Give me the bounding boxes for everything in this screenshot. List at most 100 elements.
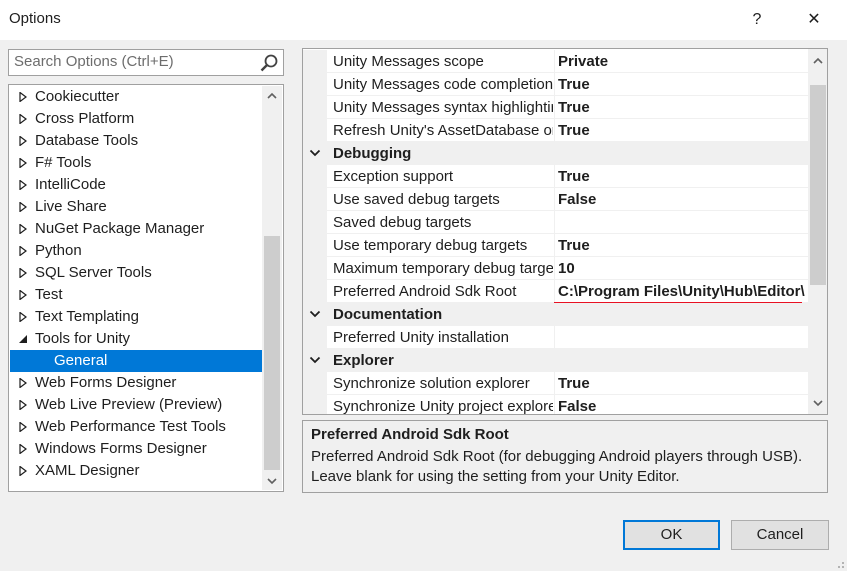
tree-item[interactable]: Cross Platform: [10, 108, 262, 130]
tree-item[interactable]: Web Performance Test Tools: [10, 416, 262, 438]
property-row[interactable]: Synchronize solution explorer True: [303, 372, 808, 395]
collapsed-arrow-icon[interactable]: [18, 378, 28, 388]
property-name[interactable]: Unity Messages code completion: [333, 73, 553, 96]
scroll-up-icon[interactable]: [262, 86, 282, 104]
property-row[interactable]: Preferred Android Sdk Root C:\Program Fil…: [303, 280, 808, 305]
property-category[interactable]: Documentation: [303, 303, 808, 326]
property-value[interactable]: C:\Program Files\Unity\Hub\Editor\: [558, 280, 806, 303]
collapsed-arrow-icon[interactable]: [18, 136, 28, 146]
tree-item[interactable]: Web Forms Designer: [10, 372, 262, 394]
property-row[interactable]: Maximum temporary debug targets 10: [303, 257, 808, 280]
property-row[interactable]: Saved debug targets: [303, 211, 808, 234]
property-row[interactable]: Unity Messages scope Private: [303, 50, 808, 73]
property-name[interactable]: Maximum temporary debug targets: [333, 257, 553, 280]
scroll-down-icon[interactable]: [262, 472, 282, 490]
collapsed-arrow-icon[interactable]: [18, 400, 28, 410]
column-divider[interactable]: [554, 119, 555, 142]
tree-item[interactable]: SQL Server Tools: [10, 262, 262, 284]
property-value[interactable]: Private: [558, 50, 806, 73]
tree-item[interactable]: Text Templating: [10, 306, 262, 328]
column-divider[interactable]: [554, 96, 555, 119]
collapsed-arrow-icon[interactable]: [18, 312, 28, 322]
column-divider[interactable]: [554, 50, 555, 73]
column-divider[interactable]: [554, 395, 555, 414]
property-name[interactable]: Use saved debug targets: [333, 188, 553, 211]
property-category[interactable]: Explorer: [303, 349, 808, 372]
tree-item[interactable]: XAML Designer: [10, 460, 262, 482]
tree-item[interactable]: Live Share: [10, 196, 262, 218]
column-divider[interactable]: [554, 73, 555, 96]
column-divider[interactable]: [554, 234, 555, 257]
property-row[interactable]: Use saved debug targets False: [303, 188, 808, 211]
tree-item[interactable]: Windows Forms Designer: [10, 438, 262, 460]
property-name[interactable]: Synchronize solution explorer: [333, 372, 553, 395]
property-value[interactable]: True: [558, 372, 806, 395]
chevron-down-icon[interactable]: [309, 309, 321, 319]
property-value[interactable]: True: [558, 96, 806, 119]
collapsed-arrow-icon[interactable]: [18, 422, 28, 432]
tree-scrollbar[interactable]: [262, 86, 282, 490]
property-name[interactable]: Exception support: [333, 165, 553, 188]
ok-button[interactable]: OK: [623, 520, 720, 550]
collapsed-arrow-icon[interactable]: [18, 114, 28, 124]
column-divider[interactable]: [554, 165, 555, 188]
help-button[interactable]: ?: [743, 7, 771, 33]
property-name[interactable]: Preferred Android Sdk Root: [333, 280, 553, 303]
property-row[interactable]: Unity Messages syntax highlighting True: [303, 96, 808, 119]
collapsed-arrow-icon[interactable]: [18, 246, 28, 256]
collapsed-arrow-icon[interactable]: [18, 290, 28, 300]
property-row[interactable]: Preferred Unity installation: [303, 326, 808, 349]
column-divider[interactable]: [554, 280, 555, 303]
close-button[interactable]: ✕: [800, 7, 828, 33]
property-value[interactable]: True: [558, 119, 806, 142]
cancel-button[interactable]: Cancel: [731, 520, 829, 550]
scroll-up-icon[interactable]: [808, 51, 827, 69]
tree-item[interactable]: IntelliCode: [10, 174, 262, 196]
property-row[interactable]: Synchronize Unity project explorer False: [303, 395, 808, 414]
collapsed-arrow-icon[interactable]: [18, 444, 28, 454]
tree-item[interactable]: Test: [10, 284, 262, 306]
property-name[interactable]: Unity Messages scope: [333, 50, 553, 73]
column-divider[interactable]: [554, 326, 555, 349]
tree-item[interactable]: Cookiecutter: [10, 86, 262, 108]
collapsed-arrow-icon[interactable]: [18, 466, 28, 476]
collapsed-arrow-icon[interactable]: [18, 180, 28, 190]
property-grid[interactable]: Unity Messages scope Private Unity Message…: [302, 48, 828, 415]
property-value[interactable]: False: [558, 395, 806, 414]
property-value[interactable]: True: [558, 73, 806, 96]
property-row[interactable]: Exception support True: [303, 165, 808, 188]
property-value[interactable]: False: [558, 188, 806, 211]
collapsed-arrow-icon[interactable]: [18, 268, 28, 278]
tree-item[interactable]: F# Tools: [10, 152, 262, 174]
tree-item[interactable]: Database Tools: [10, 130, 262, 152]
property-name[interactable]: Synchronize Unity project explorer: [333, 395, 553, 414]
property-row[interactable]: Use temporary debug targets True: [303, 234, 808, 257]
expanded-arrow-icon[interactable]: [18, 334, 28, 344]
options-tree[interactable]: Cookiecutter Cross Platform Database Tools…: [8, 84, 284, 492]
search-box[interactable]: [8, 49, 284, 76]
search-input[interactable]: [14, 53, 254, 70]
property-row[interactable]: Unity Messages code completion True: [303, 73, 808, 96]
column-divider[interactable]: [554, 257, 555, 280]
property-name[interactable]: Refresh Unity's AssetDatabase on save: [333, 119, 553, 142]
collapsed-arrow-icon[interactable]: [18, 224, 28, 234]
chevron-down-icon[interactable]: [309, 355, 321, 365]
search-icon[interactable]: [259, 53, 279, 73]
property-value[interactable]: True: [558, 234, 806, 257]
grid-scrollbar[interactable]: [808, 49, 827, 414]
property-row[interactable]: Refresh Unity's AssetDatabase on saveTru…: [303, 119, 808, 142]
tree-item[interactable]: Python: [10, 240, 262, 262]
scroll-down-icon[interactable]: [808, 394, 827, 412]
property-name[interactable]: Saved debug targets: [333, 211, 553, 234]
column-divider[interactable]: [554, 188, 555, 211]
property-value[interactable]: 10: [558, 257, 806, 280]
column-divider[interactable]: [554, 211, 555, 234]
property-value[interactable]: True: [558, 165, 806, 188]
tree-item[interactable]: Tools for Unity: [10, 328, 262, 350]
collapsed-arrow-icon[interactable]: [18, 92, 28, 102]
property-name[interactable]: Preferred Unity installation: [333, 326, 553, 349]
property-name[interactable]: Unity Messages syntax highlighting: [333, 96, 553, 119]
grid-scroll-thumb[interactable]: [810, 85, 826, 285]
chevron-down-icon[interactable]: [309, 148, 321, 158]
column-divider[interactable]: [554, 372, 555, 395]
